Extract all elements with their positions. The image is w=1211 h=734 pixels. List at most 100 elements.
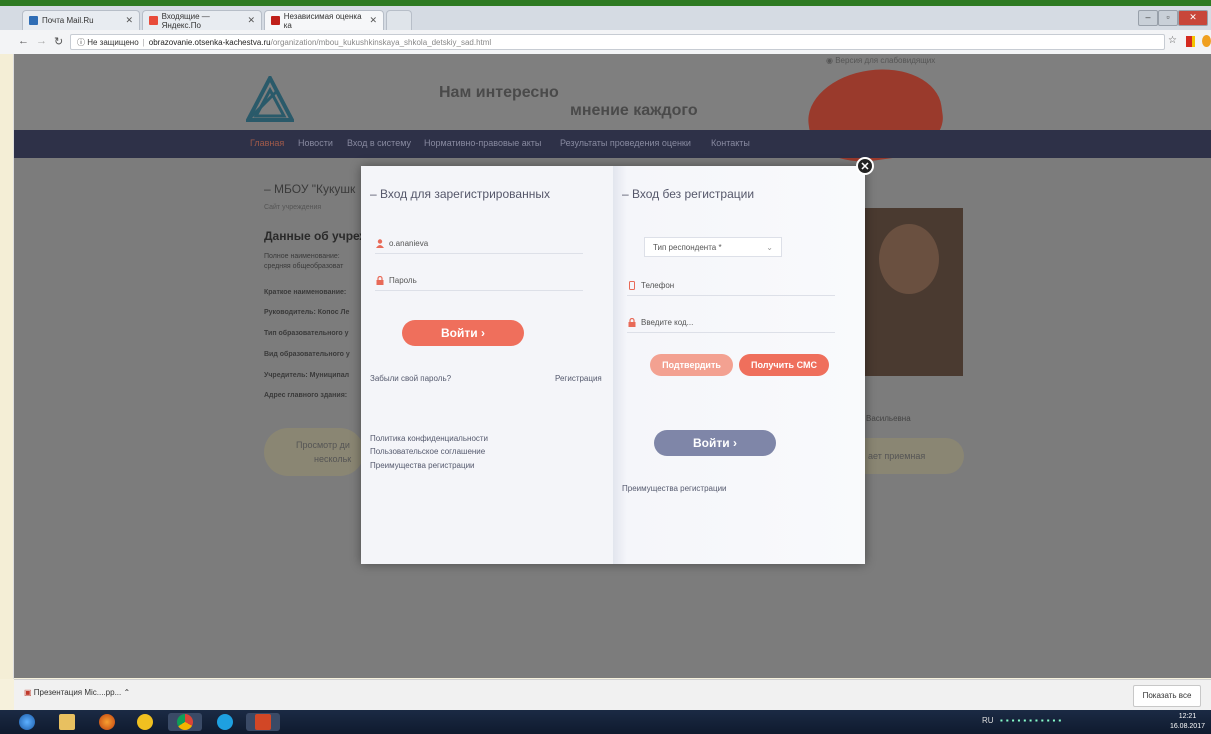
- section-title: Данные об учреж: [264, 229, 369, 243]
- sms-code-field[interactable]: Введите код...: [627, 313, 835, 333]
- chevron-right-icon: ›: [732, 436, 737, 450]
- user-agreement-link[interactable]: Пользовательское соглашение: [370, 447, 485, 456]
- nav-item-login[interactable]: Вход в систему: [347, 138, 411, 148]
- page-title: – МБОУ "Кукушк: [264, 182, 356, 196]
- institution-site-link[interactable]: Сайт учреждения: [264, 204, 321, 211]
- powerpoint-taskbar-icon[interactable]: [246, 713, 280, 731]
- new-tab-button[interactable]: [386, 10, 412, 30]
- username-field[interactable]: o.ananieva: [375, 234, 583, 254]
- language-indicator[interactable]: RU: [982, 716, 994, 725]
- nav-item-news[interactable]: Новости: [298, 138, 333, 148]
- close-tab-icon[interactable]: ✕: [369, 15, 377, 26]
- close-tab-icon[interactable]: ✕: [125, 15, 133, 26]
- download-item-label: Презентация Mic....pp...: [33, 688, 122, 697]
- start-button[interactable]: [10, 713, 44, 731]
- info-line: средняя общеобразоват: [264, 263, 344, 270]
- tab-yandex[interactable]: Входящие — Яндекс.По ✕: [142, 10, 262, 30]
- info-line: Учредитель: Муниципал: [264, 372, 350, 379]
- info-line: Вид образовательного у: [264, 351, 350, 358]
- bookmark-star-icon[interactable]: ☆: [1168, 35, 1177, 46]
- view-dynamics-label-2: нескольк: [314, 454, 352, 464]
- info-icon: ⓘ: [77, 38, 85, 47]
- site-nav: Главная Новости Вход в систему Нормативн…: [14, 130, 1211, 158]
- tab-otsenka[interactable]: Независимая оценка ка ✕: [264, 10, 384, 30]
- user-icon: [376, 239, 384, 248]
- password-placeholder: Пароль: [389, 276, 417, 285]
- yandex-favicon-icon: [149, 16, 158, 25]
- info-line: Руководитель: Копос Ле: [264, 309, 350, 316]
- chevron-down-icon: ⌄: [766, 243, 773, 252]
- registered-login-label: Войти: [441, 326, 478, 340]
- extension-flag-icon[interactable]: [1186, 36, 1195, 47]
- clock-date: 16.08.2017: [1169, 723, 1205, 730]
- privacy-policy-link[interactable]: Политика конфиденциальности: [370, 434, 488, 443]
- forgot-password-link[interactable]: Забыли свой пароль?: [370, 374, 451, 383]
- chevron-up-icon[interactable]: ⌃: [123, 688, 130, 697]
- sms-code-placeholder: Введите код...: [641, 318, 694, 327]
- downloads-bar: ▣ Презентация Mic....pp... ⌃ Показать вс…: [14, 679, 1211, 711]
- taskbar-clock[interactable]: 12:21 16.08.2017: [1170, 712, 1205, 732]
- phone-field[interactable]: Телефон: [627, 276, 835, 296]
- site-logo-icon: [246, 76, 294, 122]
- site-tagline-1: Нам интересно: [439, 84, 559, 101]
- minimize-icon[interactable]: –: [1138, 10, 1158, 26]
- download-item[interactable]: ▣ Презентация Mic....pp... ⌃: [24, 688, 130, 697]
- nav-item-results[interactable]: Результаты проведения оценки: [560, 138, 691, 148]
- explorer-taskbar-icon[interactable]: [50, 713, 84, 731]
- pptx-file-icon: ▣: [24, 688, 32, 697]
- info-line: Полное наименование:: [264, 253, 340, 260]
- reception-label: ает приемная: [868, 451, 926, 461]
- otsenka-favicon-icon: [271, 16, 280, 25]
- maximize-icon[interactable]: ▫: [1158, 10, 1178, 26]
- view-dynamics-button[interactable]: Просмотр ди нескольк: [264, 428, 364, 476]
- nav-item-home[interactable]: Главная: [250, 138, 284, 148]
- tab-label: Входящие — Яндекс.По: [161, 11, 210, 30]
- registered-login-panel: – Вход для зарегистрированных o.ananieva…: [361, 166, 613, 564]
- phone-placeholder: Телефон: [641, 281, 675, 290]
- nav-item-acts[interactable]: Нормативно-правовые акты: [424, 138, 541, 148]
- app-taskbar-icon[interactable]: [128, 713, 162, 731]
- reload-icon[interactable]: ↻: [54, 35, 63, 48]
- close-window-icon[interactable]: ✕: [1178, 10, 1208, 26]
- slide-left-strip: [0, 54, 14, 679]
- blind-version-label: Версия для слабовидящих: [835, 56, 936, 65]
- registration-benefits-link[interactable]: Преимущества регистрации: [370, 461, 475, 470]
- extension-icon[interactable]: [1202, 35, 1211, 47]
- director-name: Васильевна: [866, 414, 911, 423]
- lock-icon: [628, 318, 636, 327]
- login-modal: – Вход для зарегистрированных o.ananieva…: [361, 166, 865, 564]
- url-security-label: Не защищено: [87, 38, 139, 47]
- registered-login-title: – Вход для зарегистрированных: [370, 187, 550, 201]
- lock-icon: [376, 276, 384, 285]
- browser-tabbar: Почта Mail.Ru ✕ Входящие — Яндекс.По ✕ Н…: [0, 6, 1211, 30]
- show-all-downloads-button[interactable]: Показать все: [1133, 685, 1201, 707]
- forward-arrow-icon[interactable]: →: [36, 35, 47, 47]
- firefox-taskbar-icon[interactable]: [90, 713, 124, 731]
- registration-benefits-link[interactable]: Преимущества регистрации: [622, 484, 727, 493]
- skype-taskbar-icon[interactable]: [208, 713, 242, 731]
- clock-time: 12:21: [1178, 713, 1197, 720]
- windows-taskbar: RU ▪▪▪▪▪▪▪▪▪▪▪ 12:21 16.08.2017: [0, 710, 1211, 734]
- respondent-type-select[interactable]: Тип респондента * ⌄: [644, 237, 782, 257]
- blind-version-link[interactable]: ◉ Версия для слабовидящих: [826, 56, 935, 65]
- anonymous-login-label: Войти: [693, 436, 730, 450]
- view-dynamics-label-1: Просмотр ди: [296, 440, 350, 450]
- registered-login-button[interactable]: Войти ›: [402, 320, 524, 346]
- tab-label: Почта Mail.Ru: [42, 16, 94, 25]
- get-sms-button[interactable]: Получить СМС: [739, 354, 829, 376]
- nav-item-contacts[interactable]: Контакты: [711, 138, 750, 148]
- system-tray-icons[interactable]: ▪▪▪▪▪▪▪▪▪▪▪: [1000, 716, 1064, 725]
- confirm-button[interactable]: Подтвердить: [650, 354, 733, 376]
- browser-addressbar: ← → ↻ ⓘ Не защищено | obrazovanie.otsenka-…: [0, 30, 1211, 55]
- register-link[interactable]: Регистрация: [555, 374, 602, 383]
- close-modal-icon[interactable]: ✕: [856, 157, 874, 175]
- site-header: [14, 54, 1211, 132]
- chrome-taskbar-icon[interactable]: [168, 713, 202, 731]
- back-arrow-icon[interactable]: ←: [18, 35, 29, 47]
- password-field[interactable]: Пароль: [375, 271, 583, 291]
- info-line: Краткое наименование:: [264, 289, 347, 296]
- anonymous-login-button[interactable]: Войти ›: [654, 430, 776, 456]
- close-tab-icon[interactable]: ✕: [247, 15, 255, 26]
- url-input[interactable]: ⓘ Не защищено | obrazovanie.otsenka-kaches…: [70, 34, 1165, 50]
- tab-mail[interactable]: Почта Mail.Ru ✕: [22, 10, 140, 30]
